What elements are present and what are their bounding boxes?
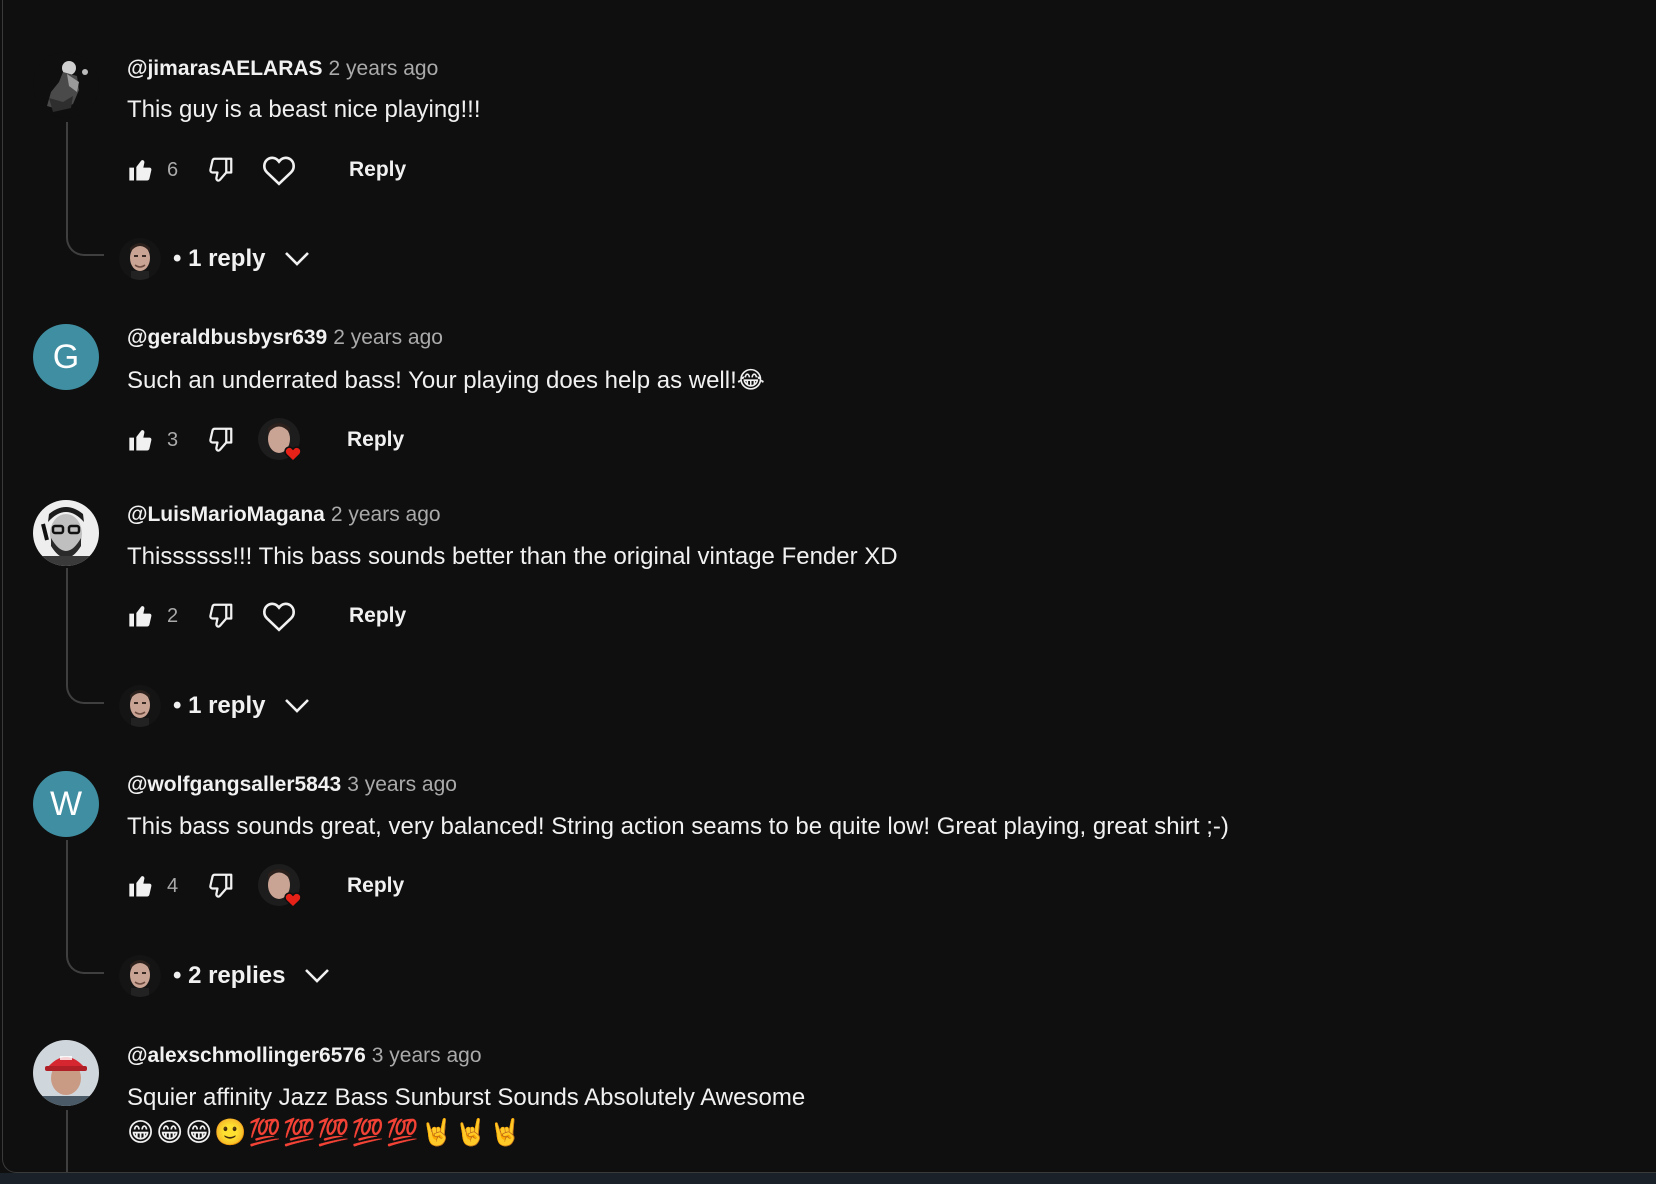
comment-actions: 3 Reply (127, 418, 404, 463)
chevron-down-icon (283, 250, 311, 268)
avatar[interactable] (33, 500, 99, 566)
comment-header: @alexschmollinger6576 3 years ago (127, 1044, 482, 1068)
comment-actions: 6 Reply (127, 150, 406, 190)
creator-heart-icon (258, 418, 302, 463)
comment-author[interactable]: @LuisMarioMagana (127, 503, 325, 526)
thread-line (66, 122, 104, 256)
creator-heart-badge[interactable] (257, 864, 307, 909)
comment-time[interactable]: 3 years ago (347, 773, 457, 796)
comment-time[interactable]: 2 years ago (331, 503, 441, 526)
avatar-letter: G (52, 337, 80, 376)
replies-label: 1 reply (188, 245, 266, 272)
comment-header: @wolfgangsaller5843 3 years ago (127, 773, 457, 797)
thumbs-up-icon (129, 160, 152, 181)
like-button[interactable] (127, 602, 155, 630)
comment-time[interactable]: 2 years ago (333, 326, 443, 349)
replies-count: • 1 reply (173, 245, 266, 272)
comment-header: @LuisMarioMagana 2 years ago (127, 503, 441, 527)
heart-outline-icon (263, 156, 295, 186)
replies-count: • 1 reply (173, 692, 266, 719)
heart-button[interactable] (261, 600, 297, 632)
avatar[interactable]: G (33, 324, 99, 390)
thread-line (66, 1110, 104, 1172)
thumbs-up-icon (129, 606, 152, 627)
thumbs-down-icon (209, 603, 233, 628)
thread-line (66, 568, 104, 704)
thumbs-down-icon (209, 157, 233, 182)
like-button[interactable] (127, 156, 155, 184)
comment-text: This guy is a beast nice playing!!! (127, 96, 481, 123)
view-replies-button[interactable]: • 1 reply (119, 684, 311, 728)
dislike-button[interactable] (205, 601, 235, 631)
dislike-button[interactable] (205, 871, 235, 901)
like-button[interactable] (127, 426, 155, 454)
view-replies-button[interactable]: • 2 replies (119, 954, 331, 998)
chevron-down-icon (303, 967, 331, 985)
like-button[interactable] (127, 872, 155, 900)
avatar[interactable]: W (33, 771, 99, 837)
reply-button[interactable]: Reply (347, 428, 404, 452)
comment-author[interactable]: @wolfgangsaller5843 (127, 773, 341, 796)
bearded-man-avatar (33, 500, 99, 566)
like-count: 2 (167, 604, 179, 627)
creator-face-icon (119, 955, 161, 997)
creator-avatar (119, 955, 161, 997)
replies-label: 2 replies (188, 962, 286, 989)
comment-actions: 4 Reply (127, 864, 404, 909)
comment-time[interactable]: 3 years ago (372, 1044, 482, 1067)
like-count: 6 (167, 158, 179, 181)
comment-text: Such an underrated bass! Your playing do… (127, 367, 765, 394)
reply-button[interactable]: Reply (349, 158, 406, 182)
comment-header: @jimarasAELARAS 2 years ago (127, 57, 438, 81)
reply-button[interactable]: Reply (349, 604, 406, 628)
creator-heart-badge[interactable] (257, 418, 307, 463)
creator-avatar (119, 685, 161, 727)
reply-button[interactable]: Reply (347, 874, 404, 898)
view-replies-button[interactable]: • 1 reply (119, 237, 311, 281)
like-count: 4 (167, 874, 179, 897)
background-strip (0, 1173, 1656, 1184)
comment-author[interactable]: @alexschmollinger6576 (127, 1044, 366, 1067)
comment-actions: 2 Reply (127, 596, 406, 636)
thumbs-up-icon (129, 876, 152, 897)
dislike-button[interactable] (205, 155, 235, 185)
comment-text: Thissssss!!! This bass sounds better tha… (127, 543, 898, 570)
thumbs-down-icon (209, 427, 233, 452)
comment-header: @geraldbusbysr639 2 years ago (127, 326, 443, 350)
avatar[interactable] (33, 52, 99, 118)
dislike-button[interactable] (205, 425, 235, 455)
heart-outline-icon (263, 602, 295, 632)
like-count: 3 (167, 428, 179, 451)
chevron-down-icon (283, 697, 311, 715)
creator-face-icon (119, 685, 161, 727)
thread-line (66, 840, 104, 974)
comment-author[interactable]: @jimarasAELARAS (127, 57, 323, 80)
replies-label: 1 reply (188, 692, 266, 719)
dark-figure-avatar (33, 52, 99, 118)
comment-text: This bass sounds great, very balanced! S… (127, 813, 1229, 840)
heart-button[interactable] (261, 154, 297, 186)
comment-time[interactable]: 2 years ago (329, 57, 439, 80)
creator-heart-icon (258, 864, 302, 909)
thumbs-down-icon (209, 873, 233, 898)
avatar[interactable] (33, 1040, 99, 1106)
creator-face-icon (119, 238, 161, 280)
comment-author[interactable]: @geraldbusbysr639 (127, 326, 327, 349)
thumbs-up-icon (129, 430, 152, 451)
comment-emoji-line: 😁😁😁🙂💯💯💯💯💯🤘🤘🤘 (127, 1118, 524, 1148)
red-cap-man-avatar (33, 1040, 99, 1106)
replies-count: • 2 replies (173, 962, 286, 989)
comments-panel: @jimarasAELARAS 2 years ago This guy is a… (2, 0, 1656, 1173)
creator-avatar (119, 238, 161, 280)
avatar-letter: W (49, 784, 83, 823)
comment-text: Squier affinity Jazz Bass Sunburst Sound… (127, 1084, 806, 1111)
